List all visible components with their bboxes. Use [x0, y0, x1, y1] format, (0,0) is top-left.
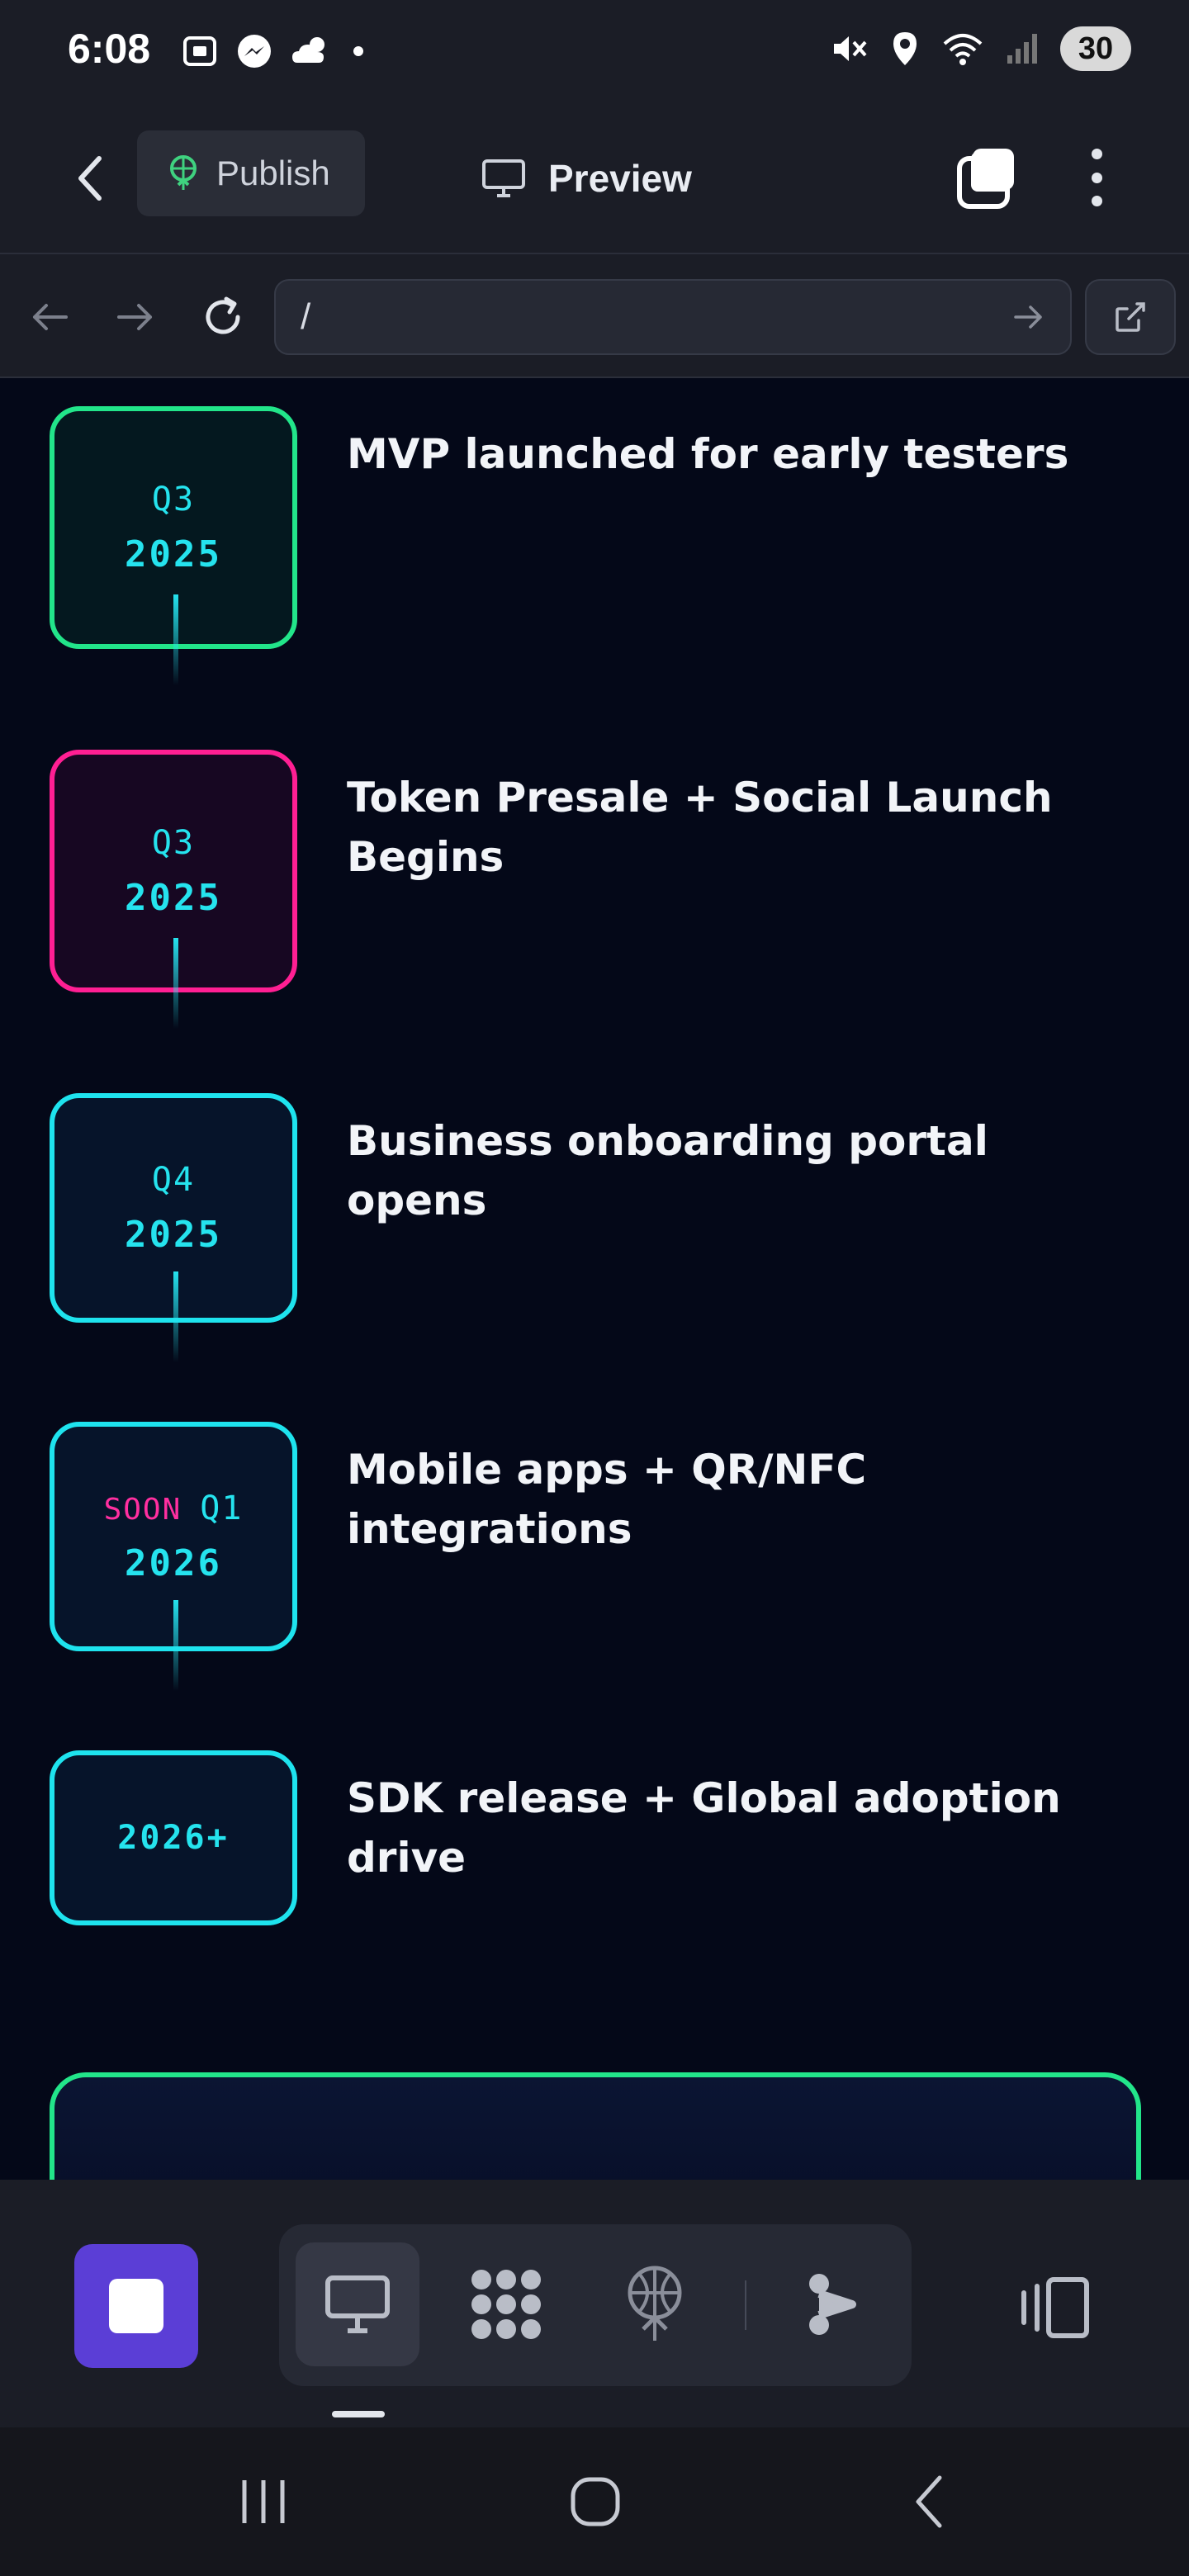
stop-button[interactable]	[74, 2244, 198, 2368]
deploy-button[interactable]	[593, 2242, 717, 2366]
publish-icon	[170, 155, 197, 190]
status-notification-icons	[180, 31, 367, 71]
messenger-icon	[238, 35, 271, 68]
timeline-connector	[173, 594, 178, 685]
year-label: 2025	[125, 876, 222, 919]
tabs-button[interactable]	[953, 140, 1022, 215]
timeline-connector	[173, 1600, 178, 1691]
agent-button[interactable]	[771, 2242, 895, 2366]
screenshot-icon	[183, 36, 216, 66]
milestone-text: Business onboarding portal opens	[347, 1117, 988, 1224]
arrow-left-icon	[33, 304, 68, 330]
deploy-icon	[628, 2266, 682, 2341]
reload-button[interactable]	[198, 292, 248, 342]
roadmap-date-badge: 2026+	[50, 1750, 297, 1925]
battery-indicator: 30	[1060, 26, 1131, 71]
chevron-left-icon	[78, 156, 102, 201]
soon-badge: SOON	[103, 1492, 182, 1527]
external-link-icon	[1116, 302, 1145, 332]
publish-button[interactable]: Publish	[137, 130, 365, 216]
components-button[interactable]	[444, 2242, 568, 2366]
stop-icon	[109, 2279, 163, 2333]
milestone-text: Mobile apps + QR/NFC integrations	[347, 1446, 867, 1553]
back-button[interactable]	[64, 145, 114, 211]
quarter-row: SOON Q1	[104, 1489, 244, 1527]
preview-viewport: Q3 2025 MVP launched for early testers Q…	[0, 380, 1189, 2180]
milestone-text: SDK release + Global adoption drive	[347, 1774, 1061, 1882]
go-arrow-icon[interactable]	[1012, 302, 1045, 332]
nav-forward-button[interactable]	[111, 292, 160, 342]
year-label: 2025	[125, 533, 222, 575]
signal-icon	[1007, 34, 1037, 64]
quarter-label: Q1	[200, 1489, 244, 1527]
home-button[interactable]	[558, 2469, 632, 2535]
responsive-device-icon	[1021, 2277, 1089, 2338]
tabs-icon	[957, 149, 1014, 209]
milestone-text: Token Presale + Social Launch Begins	[347, 774, 1053, 881]
url-text: /	[301, 296, 311, 337]
tool-divider	[745, 2280, 746, 2330]
url-bar-row: /	[0, 254, 1189, 378]
cta-card	[50, 2072, 1141, 2180]
wifi-icon	[943, 34, 983, 65]
url-input[interactable]: /	[274, 279, 1072, 355]
location-icon	[893, 32, 917, 65]
components-icon	[471, 2270, 541, 2339]
mute-icon	[834, 36, 867, 61]
status-system-icons: 30	[829, 26, 1131, 71]
recent-apps-button[interactable]	[226, 2469, 301, 2535]
milestone-text: MVP launched for early testers	[347, 430, 1069, 478]
timeline-connector	[173, 938, 178, 1029]
publish-label: Publish	[216, 154, 330, 192]
weather-icon	[292, 37, 324, 63]
device-toggle-button[interactable]	[1009, 2246, 1100, 2370]
agent-icon	[809, 2274, 856, 2335]
year-label: 2025	[125, 1213, 222, 1256]
preview-label: Preview	[548, 157, 692, 200]
system-navigation-bar	[0, 2427, 1189, 2576]
system-back-button[interactable]	[892, 2469, 966, 2535]
more-menu-button[interactable]	[1082, 140, 1111, 215]
year-label: 2026	[125, 1541, 222, 1584]
home-icon	[571, 2477, 620, 2526]
tool-group	[279, 2224, 912, 2386]
year-label: 2026+	[117, 1819, 230, 1857]
active-tab-indicator	[332, 2411, 385, 2417]
status-time: 6:08	[68, 26, 151, 72]
quarter-label: Q4	[151, 1160, 196, 1199]
arrow-right-icon	[117, 304, 152, 330]
recent-apps-icon	[242, 2480, 285, 2523]
chevron-left-icon	[916, 2475, 942, 2528]
monitor-icon	[482, 159, 525, 197]
reload-icon	[206, 296, 240, 334]
status-bar: 6:08 30	[0, 0, 1189, 107]
quarter-label: Q3	[151, 823, 196, 862]
dot-icon	[353, 46, 363, 56]
preview-tab[interactable]: Preview	[481, 144, 692, 213]
app-toolbar: Publish Preview	[0, 107, 1189, 254]
open-external-button[interactable]	[1085, 279, 1176, 355]
nav-back-button[interactable]	[25, 292, 74, 342]
desktop-preview-icon	[325, 2275, 390, 2333]
desktop-preview-button[interactable]	[296, 2242, 419, 2366]
quarter-label: Q3	[151, 480, 196, 519]
timeline-connector	[173, 1271, 178, 1362]
editor-tool-bar	[0, 2180, 1189, 2427]
